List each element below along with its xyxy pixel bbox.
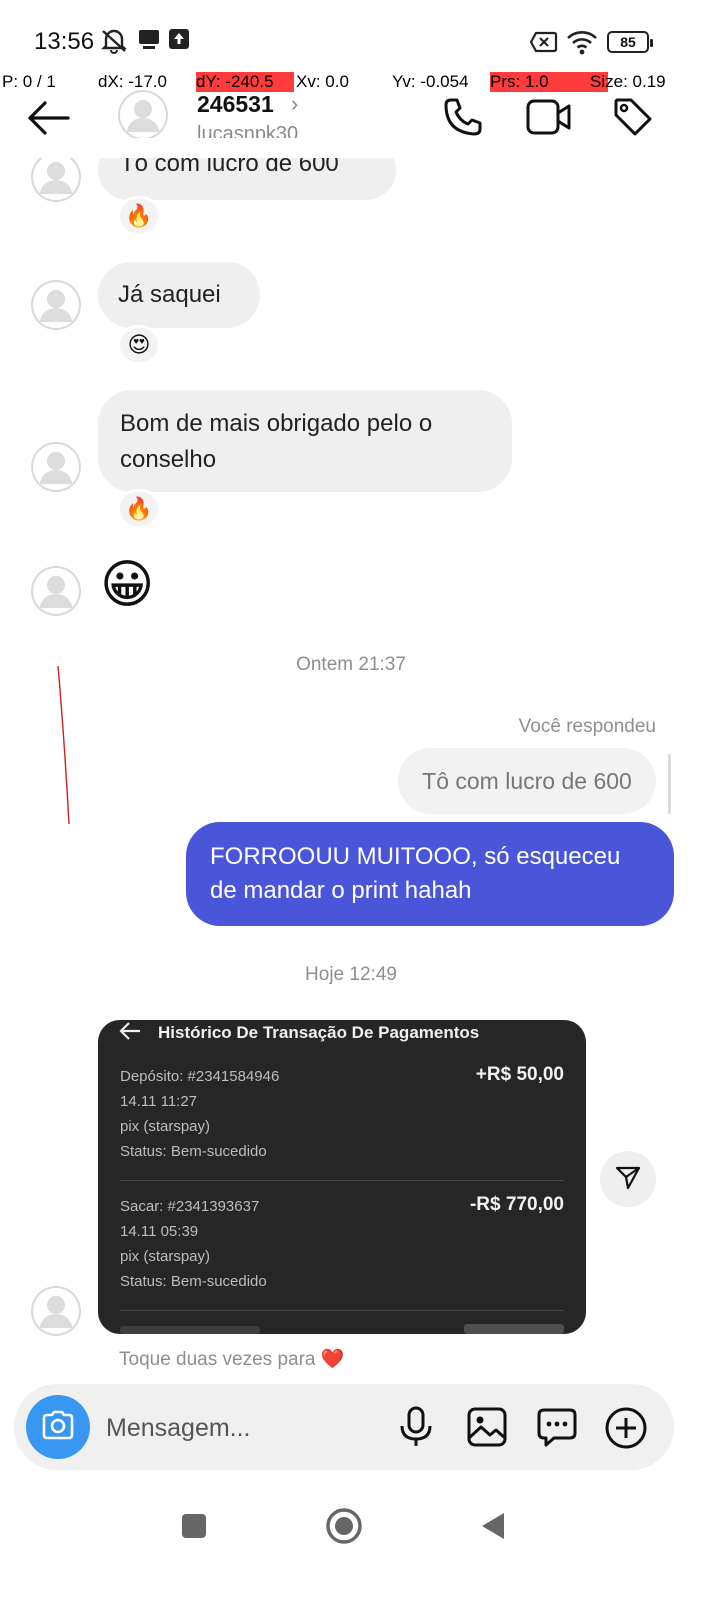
message-text: Já saquei xyxy=(118,281,221,308)
reply-quote-text: Tô com lucro de 600 xyxy=(422,767,632,794)
sticker-icon[interactable] xyxy=(536,1406,578,1453)
contact-name[interactable]: 246531 xyxy=(197,91,274,118)
transaction-divider xyxy=(120,1180,564,1181)
message-bubble[interactable]: Bom de mais obrigado pelo o conselho xyxy=(98,390,512,492)
debug-yv: Yv: -0.054 xyxy=(392,72,469,91)
microphone-icon[interactable] xyxy=(398,1406,434,1453)
sender-avatar[interactable] xyxy=(31,280,81,330)
sender-avatar[interactable] xyxy=(31,566,81,616)
video-call-icon[interactable] xyxy=(526,98,572,141)
camera-icon xyxy=(41,1410,75,1445)
double-tap-hint: Toque duas vezes para ❤️ xyxy=(119,1349,345,1370)
emoji-message[interactable]: 😀 xyxy=(100,552,154,618)
gallery-icon[interactable] xyxy=(466,1406,508,1453)
recents-button[interactable] xyxy=(180,1512,208,1545)
message-reaction[interactable]: 🔥 xyxy=(117,489,161,529)
message-reaction[interactable]: 😍 xyxy=(117,325,161,365)
reply-indicator-bar xyxy=(668,754,671,814)
reply-label: Você respondeu xyxy=(518,716,656,737)
transaction-status: Status: Bem-sucedido xyxy=(120,1143,267,1160)
transaction-method: pix (starspay) xyxy=(120,1248,211,1265)
timestamp-divider: Hoje 12:49 xyxy=(305,964,397,985)
sender-avatar[interactable] xyxy=(31,442,81,492)
back-arrow-icon xyxy=(118,1020,142,1047)
transaction-row: Depósito: #2341584946 14.11 11:27 pix (s… xyxy=(120,1064,564,1164)
transaction-divider xyxy=(120,1310,564,1311)
sent-text-line: FORROOUU MUITOOO, só esqueceu xyxy=(210,843,621,870)
home-button[interactable] xyxy=(324,1506,364,1551)
chevron-right-icon: › xyxy=(291,91,299,116)
back-button[interactable] xyxy=(26,98,72,138)
transaction-screenshot-image[interactable]: Histórico De Transação De Pagamentos Dep… xyxy=(98,1020,586,1334)
tag-icon[interactable] xyxy=(612,96,654,143)
wifi-icon xyxy=(566,29,598,60)
send-icon xyxy=(615,1164,641,1195)
message-bubble[interactable]: Já saquei xyxy=(98,262,260,328)
transaction-method: pix (starspay) xyxy=(120,1118,211,1135)
no-sim-icon xyxy=(529,31,558,58)
timestamp-divider: Ontem 21:37 xyxy=(296,654,406,675)
contact-avatar[interactable] xyxy=(118,90,168,140)
transaction-title: Histórico De Transação De Pagamentos xyxy=(158,1023,480,1042)
transaction-amount: -R$ 770,00 xyxy=(469,1194,564,1215)
debug-xv: Xv: 0.0 xyxy=(296,72,349,91)
status-time: 13:56 xyxy=(34,28,95,55)
desktop-notification-icon xyxy=(138,28,160,57)
message-reaction[interactable]: 🔥 xyxy=(117,196,161,236)
message-input[interactable] xyxy=(106,1408,376,1448)
transaction-datetime: 14.11 05:39 xyxy=(120,1223,199,1240)
notifications-muted-icon xyxy=(100,28,128,59)
transaction-datetime: 14.11 11:27 xyxy=(120,1093,198,1110)
sent-message-bubble[interactable]: FORROOUU MUITOOO, só esqueceu de mandar … xyxy=(186,822,674,926)
transaction-status: Status: Bem-sucedido xyxy=(120,1273,267,1290)
debug-pointer-count: P: 0 / 1 xyxy=(2,72,56,91)
phone-icon[interactable] xyxy=(442,96,484,143)
transaction-amount: +R$ 50,00 xyxy=(475,1064,564,1085)
upload-notification-icon xyxy=(168,28,190,55)
nav-back-button[interactable] xyxy=(478,1510,508,1547)
battery-indicator: 85 xyxy=(607,31,653,53)
sent-text-line: de mandar o print hahah xyxy=(210,877,472,904)
debug-size: Size: 0.19 xyxy=(590,72,666,91)
debug-dx: dX: -17.0 xyxy=(98,72,167,91)
sender-avatar[interactable] xyxy=(31,1286,81,1336)
touch-trace-line xyxy=(57,665,70,825)
share-button[interactable] xyxy=(600,1151,656,1207)
transaction-row: Sacar: #2341393637 14.11 05:39 pix (star… xyxy=(120,1194,564,1294)
camera-button[interactable] xyxy=(26,1395,90,1459)
message-text-line: conselho xyxy=(120,446,217,473)
add-icon[interactable] xyxy=(604,1406,648,1455)
reply-quote-bubble[interactable]: Tô com lucro de 600 xyxy=(398,748,656,814)
sender-avatar[interactable] xyxy=(31,152,81,202)
message-text-line: Bom de mais obrigado pelo o xyxy=(120,410,433,437)
debug-dy: dY: -240.5 xyxy=(196,72,294,92)
